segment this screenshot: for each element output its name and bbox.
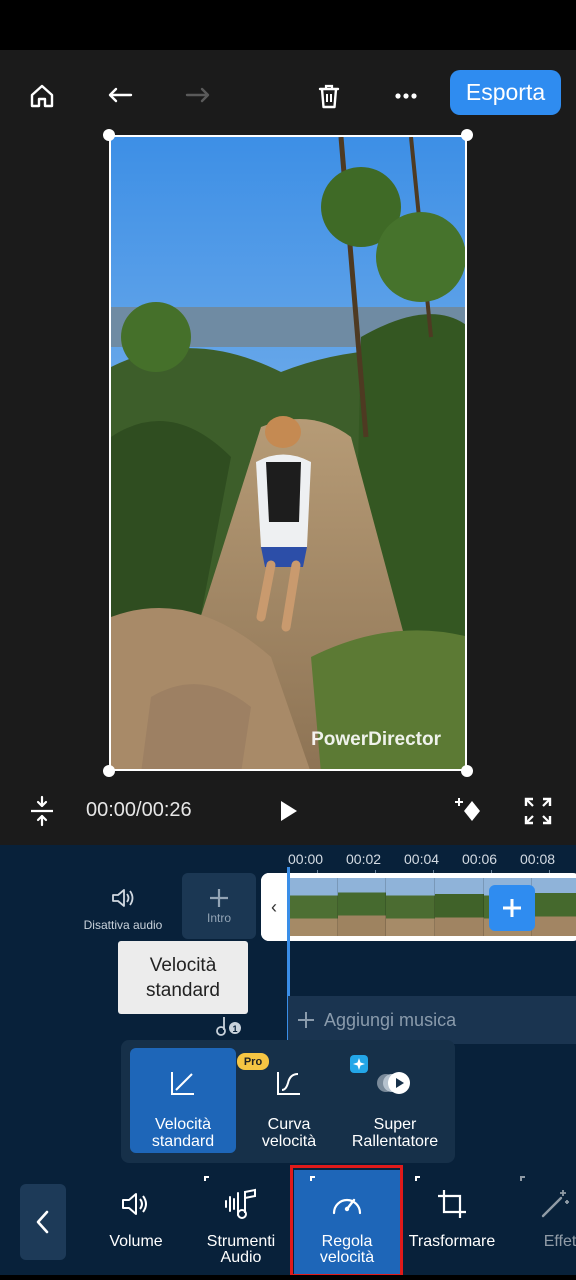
option-label: Super (373, 1116, 417, 1133)
audio-tools-icon (223, 1184, 259, 1224)
tool-audio-tools[interactable]: Strumenti Audio (188, 1170, 294, 1275)
svg-text:1: 1 (232, 1024, 237, 1034)
export-button[interactable]: Esporta (450, 70, 561, 115)
video-frame-image (111, 137, 465, 769)
nav-strip (0, 1275, 576, 1280)
corner-tick (310, 1176, 315, 1181)
home-icon[interactable] (22, 76, 62, 116)
play-icon[interactable] (268, 791, 308, 831)
video-preview[interactable]: PowerDirector (109, 135, 467, 771)
option-label: Curva (267, 1116, 311, 1133)
slow-motion-icon (374, 1066, 416, 1100)
premium-sparkle-icon (350, 1055, 368, 1073)
corner-tick (204, 1176, 209, 1181)
tool-label: Regola (321, 1233, 373, 1250)
plus-icon (503, 899, 521, 917)
plus-icon (298, 1012, 314, 1028)
tool-label: Audio (220, 1249, 262, 1266)
speed-options-panel: Velocità standard Curva velocità Super Rall… (121, 1040, 455, 1163)
redo-icon[interactable] (177, 76, 217, 116)
editor-area: Esporta PowerDirector 00:00/00:26 (0, 50, 576, 845)
status-bar (0, 0, 576, 50)
speaker-icon (112, 889, 134, 907)
speed-tooltip: Velocità standard (118, 941, 248, 1014)
magic-wand-icon (539, 1184, 571, 1224)
bottom-toolbar: Volume Strumenti Audio Regola velocità Tra… (0, 1170, 576, 1275)
clip-thumbnail (289, 878, 338, 936)
music-note-icon: 1 (214, 1015, 244, 1042)
option-label: velocità (261, 1133, 317, 1150)
chevron-left-icon[interactable]: ‹ (261, 873, 287, 941)
fullscreen-icon[interactable] (518, 791, 558, 831)
intro-label: Intro (206, 911, 231, 925)
trash-icon[interactable] (309, 76, 349, 116)
clip-thumbnail (386, 878, 436, 936)
back-button[interactable] (20, 1184, 66, 1260)
tool-effects[interactable]: Effet (504, 1170, 576, 1275)
corner-tick (520, 1176, 525, 1181)
clip-thumbnail (532, 878, 576, 936)
plus-icon (210, 889, 228, 907)
chevron-left-icon (36, 1210, 49, 1234)
crop-icon (436, 1184, 468, 1224)
option-label: Rallentatore (351, 1133, 439, 1150)
undo-icon[interactable] (101, 76, 141, 116)
tool-label: velocità (319, 1249, 375, 1266)
top-toolbar: Esporta (0, 50, 576, 136)
speed-line-icon (168, 1066, 198, 1100)
tool-label: Trasformare (408, 1233, 496, 1250)
tool-label: Strumenti (206, 1233, 276, 1250)
crop-handle[interactable] (103, 129, 115, 141)
playback-controls: 00:00/00:26 (0, 775, 576, 845)
ruler-label: 00:00 (288, 851, 324, 867)
speed-curve-icon (274, 1066, 304, 1100)
tool-label: Effet (543, 1233, 576, 1250)
tool-volume[interactable]: Volume (83, 1170, 189, 1275)
ruler-label: 00:02 (346, 851, 382, 867)
standard-speed-option[interactable]: Velocità standard (130, 1048, 236, 1153)
ruler-label: 00:06 (462, 851, 498, 867)
clip-thumbnail (435, 878, 484, 936)
crop-handle[interactable] (461, 129, 473, 141)
tool-label: Volume (109, 1233, 163, 1250)
tooltip-line: Velocità (149, 954, 217, 976)
add-music-track[interactable]: Aggiungi musica (288, 996, 576, 1044)
timecode: 00:00/00:26 (86, 799, 192, 821)
add-clip-button[interactable] (489, 885, 535, 931)
intro-button[interactable]: Intro (182, 873, 256, 939)
ruler-label: 00:08 (520, 851, 556, 867)
timeline-panel: 00:00 00:02 00:04 00:06 00:08 Disattiva … (0, 845, 576, 1170)
mute-audio-button[interactable]: Disattiva audio (82, 887, 164, 932)
watermark-text: PowerDirector (311, 729, 441, 750)
pro-badge: Pro (237, 1053, 269, 1070)
clip-thumbnail (337, 878, 387, 936)
mute-audio-label: Disattiva audio (83, 918, 163, 932)
keyframe-add-icon[interactable] (448, 791, 488, 831)
more-icon[interactable] (386, 76, 426, 116)
tooltip-line: standard (146, 979, 220, 1001)
volume-icon (120, 1184, 152, 1224)
speedometer-icon (330, 1184, 364, 1224)
corner-tick (415, 1176, 420, 1181)
option-label: Velocità (154, 1116, 212, 1133)
tool-adjust-speed[interactable]: Regola velocità (294, 1170, 400, 1275)
fit-vertical-icon[interactable] (22, 791, 62, 831)
add-music-label: Aggiungi musica (324, 1009, 457, 1030)
option-label: standard (151, 1133, 215, 1150)
ruler-label: 00:04 (404, 851, 440, 867)
tool-transform[interactable]: Trasformare (399, 1170, 505, 1275)
